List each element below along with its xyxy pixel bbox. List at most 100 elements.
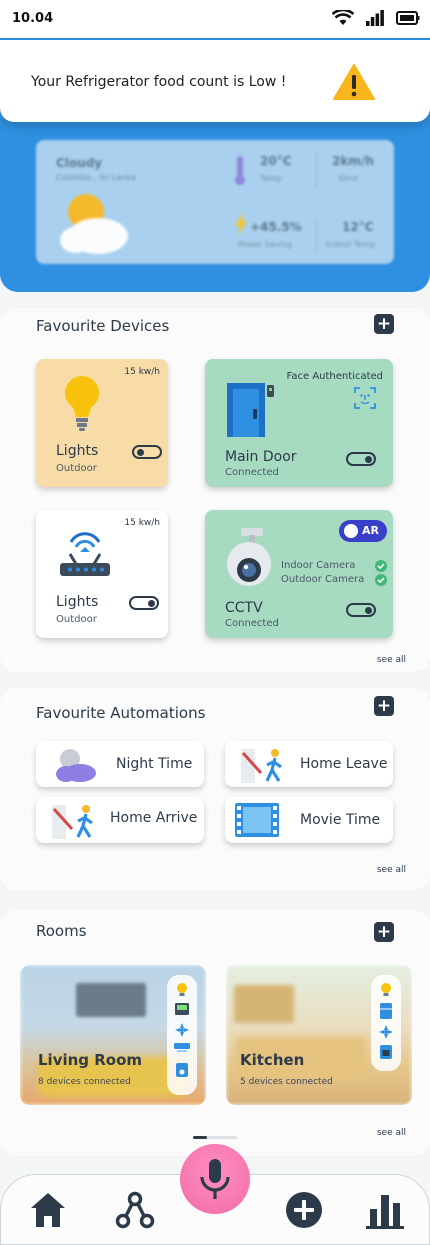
fan-icon: [175, 1023, 189, 1037]
check-icon: [375, 560, 387, 572]
ac-icon: [174, 1043, 190, 1052]
weather-card[interactable]: Cloudy Colombo , Sri Lanka 20°C Temp 2km…: [36, 140, 394, 264]
voice-assistant-button[interactable]: [180, 1144, 250, 1214]
see-all-automations-link[interactable]: see all: [377, 865, 406, 875]
weather-wind: 2km/h: [332, 154, 374, 168]
cctv-camera-indoor: Indoor Camera: [281, 560, 356, 571]
microphone-icon: [200, 1159, 230, 1199]
weather-temp: 20°C: [260, 154, 292, 168]
speaker-icon: [176, 1063, 188, 1077]
room-device-strip[interactable]: [167, 975, 197, 1095]
favourite-devices-section: Favourite Devices + 15 kw/h Lights Outdo…: [0, 308, 430, 672]
automation-home-leave[interactable]: Home Leave: [225, 741, 393, 787]
walking-person-icon: [241, 749, 282, 783]
fridge-icon: [380, 1003, 392, 1019]
weather-saving: +45.5%: [250, 220, 302, 234]
film-icon: [235, 803, 279, 837]
device-location: Outdoor: [56, 614, 97, 625]
bulb-icon: [65, 376, 99, 431]
automation-label: Movie Time: [300, 812, 381, 828]
automation-flow-icon[interactable]: [115, 1191, 155, 1229]
device-status: Connected: [225, 467, 279, 478]
wifi-icon: [332, 10, 354, 25]
room-device-strip[interactable]: [371, 975, 401, 1071]
check-icon: [375, 574, 387, 586]
status-time: 10.04: [12, 11, 54, 26]
section-title-rooms: Rooms: [36, 922, 87, 940]
device-note: Face Authenticated: [286, 371, 383, 382]
ar-toggle-knob: [344, 524, 358, 538]
weather-indoor: 12°C: [342, 220, 374, 234]
device-card-cctv[interactable]: AR Indoor Camera Outdoor Camera CCTV Con…: [205, 510, 393, 638]
add-room-button[interactable]: +: [374, 922, 394, 942]
device-toggle[interactable]: [346, 603, 376, 617]
status-bar: 10.04: [0, 0, 430, 38]
thermometer-icon: [235, 156, 245, 185]
cctv-camera-outdoor: Outdoor Camera: [281, 574, 365, 585]
device-card-lights[interactable]: 15 kw/h Lights Outdoor: [36, 359, 168, 487]
automation-label: Home Arrive: [110, 810, 198, 826]
favourite-automations-section: Favourite Automations + Night Time Home …: [0, 688, 430, 890]
room-devices: 8 devices connected: [38, 1077, 131, 1087]
section-title-favourite-devices: Favourite Devices: [36, 317, 170, 335]
router-icon: [60, 532, 110, 576]
device-card-router[interactable]: 15 kw/h Lights Outdoor: [36, 510, 168, 638]
night-cloud-icon: [56, 749, 96, 782]
device-card-main-door[interactable]: Face Authenticated Main Door Connected: [205, 359, 393, 487]
ar-button[interactable]: AR: [339, 520, 387, 542]
weather-indoor-label: Indoor Temp: [326, 240, 376, 249]
section-title-favourite-automations: Favourite Automations: [36, 704, 206, 722]
notification-text: Your Refrigerator food count is Low !: [31, 74, 287, 90]
walking-person-icon: [52, 805, 93, 839]
automation-label: Night Time: [116, 756, 193, 772]
ar-label: AR: [362, 524, 379, 537]
weather-condition: Cloudy: [56, 156, 103, 170]
add-circle-icon[interactable]: [285, 1191, 323, 1229]
device-toggle[interactable]: [132, 445, 162, 459]
device-name: Lights: [56, 443, 99, 459]
weather-temp-label: Temp: [260, 174, 282, 183]
device-toggle[interactable]: [346, 452, 376, 466]
device-location: Outdoor: [56, 463, 97, 474]
device-power: 15 kw/h: [124, 367, 160, 377]
carousel-indicator: [193, 1136, 237, 1139]
room-name: Kitchen: [240, 1051, 305, 1069]
room-cabinets: [234, 985, 294, 1023]
automation-night-time[interactable]: Night Time: [36, 741, 204, 787]
battery-icon: [396, 11, 420, 25]
camera-icon: [227, 528, 271, 586]
home-icon[interactable]: [29, 1191, 67, 1229]
room-tv: [76, 983, 146, 1017]
see-all-devices-link[interactable]: see all: [377, 655, 406, 665]
face-id-icon: [354, 387, 376, 409]
room-card-living-room[interactable]: Living Room 8 devices connected: [20, 965, 206, 1105]
device-name: CCTV: [225, 600, 263, 616]
room-devices: 5 devices connected: [240, 1077, 333, 1087]
fan-icon: [379, 1025, 393, 1039]
stats-icon[interactable]: [366, 1191, 404, 1229]
automation-label: Home Leave: [300, 756, 388, 772]
weather-divider-2: [316, 218, 317, 254]
add-device-button[interactable]: +: [374, 314, 394, 334]
device-name: Main Door: [225, 449, 297, 465]
add-automation-button[interactable]: +: [374, 696, 394, 716]
lightning-icon: [235, 212, 247, 236]
warning-icon: [333, 64, 375, 100]
bulb-icon: [381, 983, 391, 996]
oven-icon: [380, 1045, 392, 1059]
room-name: Living Room: [38, 1051, 143, 1069]
room-card-kitchen[interactable]: Kitchen 5 devices connected: [226, 965, 412, 1105]
automation-movie-time[interactable]: Movie Time: [225, 797, 393, 843]
see-all-rooms-link[interactable]: see all: [377, 1128, 406, 1138]
device-toggle[interactable]: [129, 596, 159, 610]
device-status: Connected: [225, 618, 279, 629]
weather-divider: [316, 152, 317, 188]
automation-home-arrive[interactable]: Home Arrive: [36, 797, 204, 843]
router-icon: [175, 1003, 189, 1015]
notification-banner[interactable]: Your Refrigerator food count is Low !: [0, 40, 430, 122]
status-icons: [332, 10, 420, 26]
weather-saving-label: Power Saving: [238, 240, 292, 249]
door-icon: [227, 383, 274, 437]
weather-wind-label: Wind: [338, 174, 359, 183]
device-power: 15 kw/h: [124, 518, 160, 528]
